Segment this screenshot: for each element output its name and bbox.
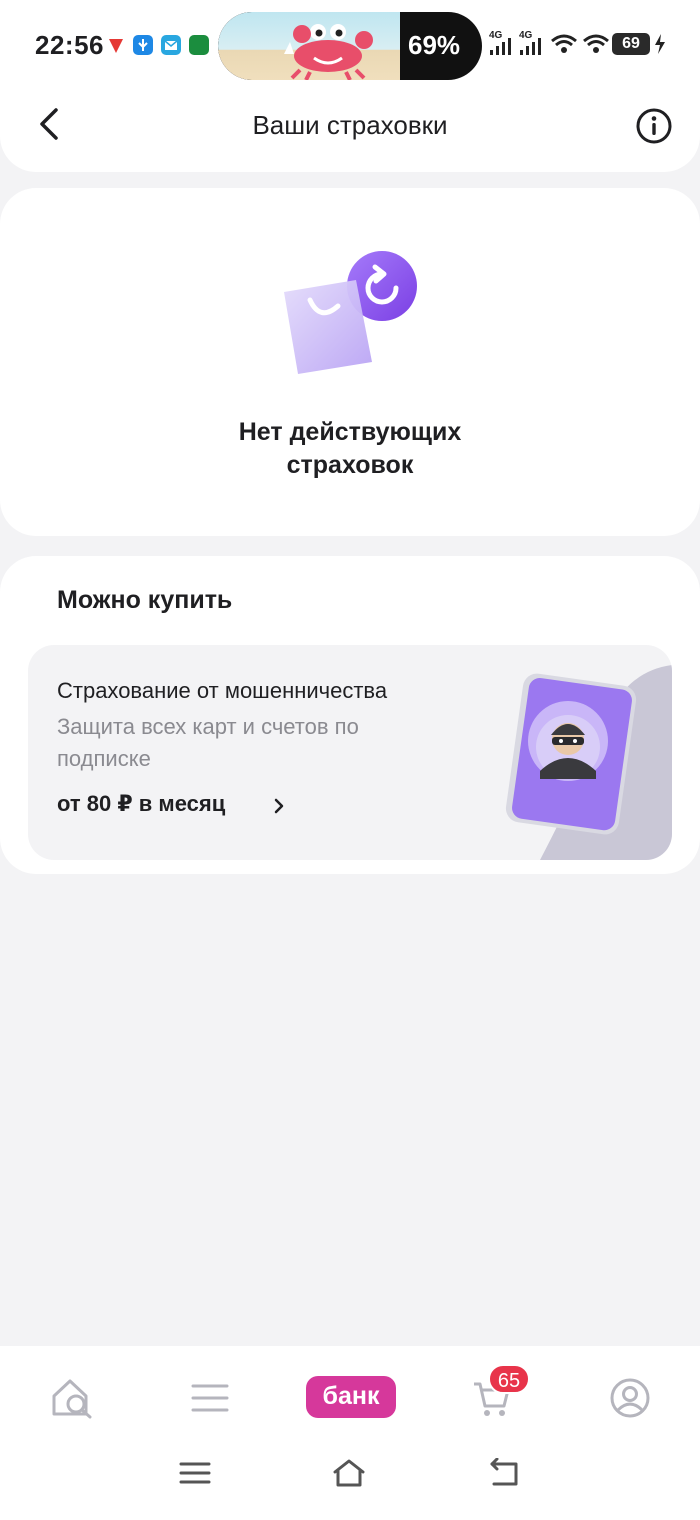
home-icon[interactable] [332, 1458, 366, 1488]
charging-icon [654, 34, 666, 59]
dynamic-island: 69% [218, 12, 482, 80]
network-label: 4G [519, 30, 533, 41]
home-search-icon[interactable] [50, 1376, 94, 1420]
battery-percent-badge: 69% [408, 30, 461, 60]
phone-thief-illustration [494, 665, 672, 860]
status-time: 22:56 [35, 30, 104, 60]
offer-description: Защита всех карт и счетов по подписке [57, 714, 359, 771]
notification-icon [189, 35, 209, 55]
wifi-icon [582, 33, 610, 60]
bottom-tab-bar: банк 65 [0, 1346, 700, 1520]
signal-icon: 4G [488, 30, 516, 61]
can-buy-section: Можно купить Страхование от мошенничеств… [0, 556, 700, 874]
status-bar: 22:56 69% 4G 4G 69 [0, 0, 700, 92]
fraud-insurance-offer-card[interactable]: Страхование от мошенничества Защита всех… [28, 645, 672, 860]
profile-icon[interactable] [608, 1376, 652, 1420]
battery-icon: 69 [612, 33, 650, 55]
shopping-bag-return-icon [280, 250, 420, 380]
mail-icon [161, 35, 181, 55]
cart-badge: 65 [488, 1364, 530, 1394]
back-icon[interactable] [488, 1457, 522, 1488]
notification-icon [133, 35, 153, 55]
chevron-right-icon [272, 797, 286, 815]
bank-tab[interactable]: банк [306, 1376, 396, 1418]
notification-icon [106, 35, 126, 55]
network-label: 4G [489, 30, 503, 41]
offer-price: от 80 ₽ в месяц [57, 791, 226, 816]
recent-apps-icon[interactable] [178, 1458, 212, 1488]
empty-state-text: Нет действующих страховок [238, 418, 462, 479]
page-title: Ваши страховки [252, 110, 448, 140]
wifi-icon [550, 33, 578, 60]
offer-title: Страхование от мошенничества [57, 678, 388, 703]
crab-illustration [218, 12, 400, 80]
top-panel: 22:56 69% 4G 4G 69 Ваши страховки [0, 0, 700, 172]
signal-icon: 4G [518, 30, 546, 61]
info-icon[interactable] [634, 106, 674, 146]
section-title: Можно купить [57, 586, 233, 614]
app-header: Ваши страховки [0, 92, 700, 162]
empty-state-card: Нет действующих страховок [0, 188, 700, 536]
menu-icon[interactable] [188, 1376, 232, 1420]
